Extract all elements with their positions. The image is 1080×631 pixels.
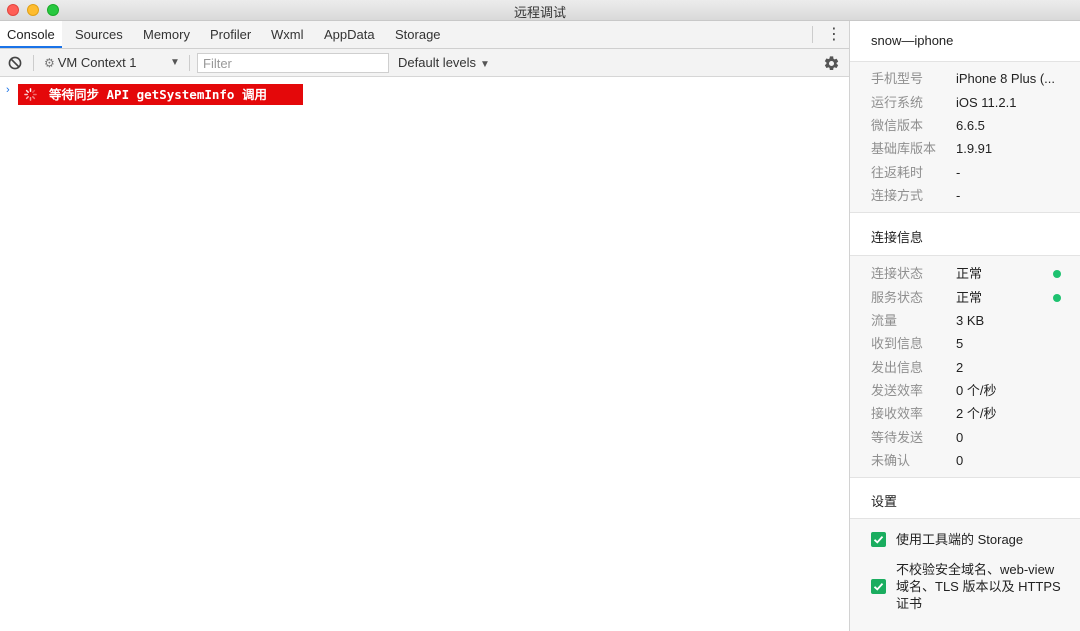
device-row-connection-type: 连接方式 - <box>850 184 1080 207</box>
device-section-header: snow—iphone <box>850 21 1080 62</box>
row-value: 3 KB <box>956 313 985 328</box>
more-options-icon[interactable]: ⋮ <box>826 25 842 45</box>
skip-domain-check-checkbox[interactable] <box>871 579 886 594</box>
row-key: 连接状态 <box>871 266 924 281</box>
loading-spinner-icon <box>24 88 37 101</box>
row-value: 0 <box>956 453 964 468</box>
checkmark-icon <box>873 535 884 544</box>
window-title: 远程调试 <box>513 5 566 20</box>
device-row-lib-version: 基础库版本 1.9.91 <box>850 137 1080 160</box>
context-gear-icon: ⚙ <box>44 56 55 70</box>
toolbar-divider <box>33 55 34 71</box>
status-ok-dot-icon <box>1053 294 1061 302</box>
context-selector[interactable]: ⚙ VM Context 1 <box>44 49 137 76</box>
row-value: 0 个/秒 <box>956 383 997 398</box>
conn-row-unconfirmed: 未确认 0 <box>850 449 1080 472</box>
console-output: › 等待同步 API getSystemInfo 调用 <box>0 77 849 631</box>
row-key: 未确认 <box>871 453 911 468</box>
checkmark-icon <box>873 582 884 591</box>
row-value: iOS 11.2.1 <box>956 95 1017 110</box>
expand-arrow-icon[interactable]: › <box>6 84 10 96</box>
filter-input[interactable] <box>197 53 389 73</box>
devtools-tabbar: Console Sources Memory Profiler Wxml App… <box>0 21 849 49</box>
row-key: 手机型号 <box>871 71 924 86</box>
row-key: 收到信息 <box>871 336 924 351</box>
window-titlebar: 远程调试 <box>0 0 1080 21</box>
settings-section-header: 设置 <box>850 477 1080 519</box>
row-key: 流量 <box>871 313 898 328</box>
tabbar-divider <box>812 26 813 43</box>
row-key: 服务状态 <box>871 290 924 305</box>
console-message-wait-sync[interactable]: 等待同步 API getSystemInfo 调用 <box>18 84 303 105</box>
conn-row-traffic: 流量 3 KB <box>850 309 1080 332</box>
console-toolbar: ⚙VM Context 1 ▼ Default levels▼ <box>0 49 849 77</box>
row-value: 0 <box>956 430 964 445</box>
context-label: VM Context 1 <box>57 55 137 70</box>
use-tool-storage-label[interactable]: 使用工具端的 Storage <box>896 531 1066 548</box>
device-row-rtt: 往返耗时 - <box>850 161 1080 184</box>
tab-memory[interactable]: Memory <box>136 21 197 48</box>
conn-row-receive-rate: 接收效率 2 个/秒 <box>850 402 1080 425</box>
clear-console-icon[interactable] <box>8 56 22 70</box>
row-key: 往返耗时 <box>871 165 924 180</box>
connection-section-header: 连接信息 <box>850 212 1080 256</box>
device-row-os: 运行系统 iOS 11.2.1 <box>850 91 1080 114</box>
row-key: 基础库版本 <box>871 141 937 156</box>
context-dropdown-arrow-icon[interactable]: ▼ <box>170 49 180 76</box>
tab-storage[interactable]: Storage <box>388 21 448 48</box>
devtools-panel: Console Sources Memory Profiler Wxml App… <box>0 21 849 631</box>
chevron-down-icon: ▼ <box>480 59 490 70</box>
row-value: 1.9.91 <box>956 141 993 156</box>
conn-row-received: 收到信息 5 <box>850 332 1080 355</box>
row-key: 连接方式 <box>871 188 924 203</box>
row-value: 2 个/秒 <box>956 406 997 421</box>
toolbar-divider <box>189 55 190 71</box>
settings-section-title: 设置 <box>871 494 898 509</box>
row-value: - <box>956 165 961 180</box>
row-value: - <box>956 188 961 203</box>
row-value: 6.6.5 <box>956 118 985 133</box>
console-message-text: 等待同步 API getSystemInfo 调用 <box>49 87 267 102</box>
row-key: 微信版本 <box>871 118 924 133</box>
tab-wxml[interactable]: Wxml <box>264 21 311 48</box>
row-key: 接收效率 <box>871 406 924 421</box>
conn-row-link-status: 连接状态 正常 <box>850 262 1080 285</box>
row-key: 发送效率 <box>871 383 924 398</box>
conn-row-pending: 等待发送 0 <box>850 426 1080 449</box>
tab-appdata[interactable]: AppData <box>317 21 382 48</box>
device-name: snow—iphone <box>871 33 954 48</box>
status-ok-dot-icon <box>1053 270 1061 278</box>
row-value: iPhone 8 Plus (... <box>956 71 1055 86</box>
row-key: 运行系统 <box>871 95 924 110</box>
row-key: 发出信息 <box>871 360 924 375</box>
tab-console[interactable]: Console <box>0 21 62 48</box>
conn-row-service-status: 服务状态 正常 <box>850 286 1080 309</box>
row-key: 等待发送 <box>871 430 924 445</box>
settings-gear-icon[interactable] <box>823 55 840 72</box>
row-value: 正常 <box>956 290 983 305</box>
tab-sources[interactable]: Sources <box>68 21 130 48</box>
use-tool-storage-checkbox[interactable] <box>871 532 886 547</box>
device-row-model: 手机型号 iPhone 8 Plus (... <box>850 67 1080 90</box>
row-value: 5 <box>956 336 964 351</box>
log-levels-label: Default levels <box>398 55 477 70</box>
device-row-wechat-version: 微信版本 6.6.5 <box>850 114 1080 137</box>
row-value: 2 <box>956 360 964 375</box>
conn-row-send-rate: 发送效率 0 个/秒 <box>850 379 1080 402</box>
connection-section-title: 连接信息 <box>871 230 924 245</box>
conn-row-sent: 发出信息 2 <box>850 356 1080 379</box>
skip-domain-check-label[interactable]: 不校验安全域名、web-view 域名、TLS 版本以及 HTTPS 证书 <box>896 561 1066 612</box>
row-value: 正常 <box>956 266 983 281</box>
log-levels-dropdown[interactable]: Default levels ▼ <box>398 49 490 78</box>
remote-info-panel: snow—iphone 手机型号 iPhone 8 Plus (... 运行系统… <box>850 21 1080 631</box>
tab-profiler[interactable]: Profiler <box>203 21 258 48</box>
